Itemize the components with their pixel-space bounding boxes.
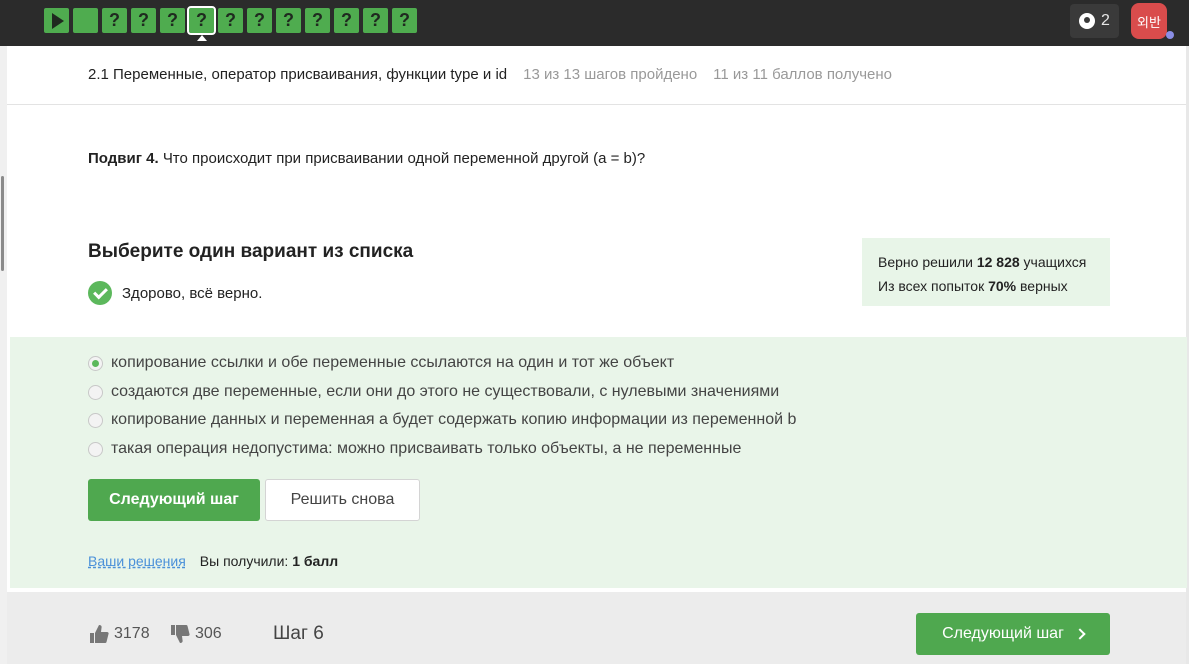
check-circle-icon <box>88 281 112 305</box>
stats-solved-suffix: учащихся <box>1019 254 1087 270</box>
retry-button[interactable]: Решить снова <box>265 479 420 521</box>
stats-percent-suffix: верных <box>1016 278 1068 294</box>
next-step-button[interactable]: Следующий шаг <box>88 479 260 521</box>
radio[interactable] <box>88 384 103 400</box>
step-button-3[interactable]: ? <box>102 8 127 33</box>
stats-solved-count: 12 828 <box>976 254 1020 270</box>
scrollbar[interactable] <box>1 176 4 271</box>
step-button-2[interactable] <box>73 8 98 33</box>
lesson-progress: 13 из 13 шагов пройдено <box>523 66 698 83</box>
footer-next-step-button[interactable]: Следующий шаг <box>916 613 1110 655</box>
stats-percent-prefix: Из всех попыток <box>878 278 989 294</box>
radio[interactable] <box>88 412 103 428</box>
left-gutter <box>0 46 7 664</box>
thumbs-up-icon <box>90 625 109 643</box>
top-bar: ? ? ? ? ? ? ? ? ? ? ? 2 외반 <box>0 0 1189 46</box>
lesson-header: 2.1 Переменные, оператор присваивания, ф… <box>88 66 892 83</box>
achievements-button[interactable]: 2 <box>1070 4 1119 38</box>
answer-option[interactable]: копирование ссылки и обе переменные ссыл… <box>88 354 674 372</box>
answer-option[interactable]: такая операция недопустима: можно присва… <box>88 440 741 458</box>
step-navigation: ? ? ? ? ? ? ? ? ? ? ? <box>44 6 417 41</box>
chevron-right-icon <box>1074 628 1086 640</box>
play-icon <box>52 12 64 29</box>
step-button-13[interactable]: ? <box>392 8 417 33</box>
step-button-5[interactable]: ? <box>160 8 185 33</box>
step-button-6-current[interactable]: ? <box>187 6 216 41</box>
step-button-4[interactable]: ? <box>131 8 156 33</box>
answer-option[interactable]: копирование данных и переменная a будет … <box>88 411 796 429</box>
stats-percent-value: 70% <box>988 278 1017 294</box>
step-label: Шаг 6 <box>273 623 324 644</box>
footer-bar: 3178 306 Шаг 6 Следующий шаг <box>7 592 1186 664</box>
your-solutions-link[interactable]: Ваши решения <box>88 553 186 569</box>
radio-checked[interactable] <box>88 355 103 371</box>
question-label: Подвиг 4. <box>88 150 159 167</box>
radio[interactable] <box>88 441 103 457</box>
step-play-button[interactable] <box>44 8 69 33</box>
notification-dot <box>1166 31 1174 39</box>
answer-label: копирование данных и переменная a будет … <box>111 411 797 428</box>
answer-label: создаются две переменные, если они до эт… <box>111 383 780 400</box>
like-count: 3178 <box>114 625 150 642</box>
result-row: Ваши решения Вы получили: 1 балл <box>88 553 338 569</box>
answers-panel: копирование ссылки и обе переменные ссыл… <box>10 337 1187 588</box>
stats-box: Верно решили 12 828 учащихся Из всех поп… <box>862 238 1110 306</box>
trophy-count: 2 <box>1101 12 1110 29</box>
answer-option[interactable]: создаются две переменные, если они до эт… <box>88 383 779 401</box>
avatar[interactable]: 외반 <box>1131 3 1167 39</box>
result-value: 1 балл <box>292 553 339 569</box>
lesson-title[interactable]: 2.1 Переменные, оператор присваивания, ф… <box>88 66 507 83</box>
quiz-title: Выберите один вариант из списка <box>88 241 414 262</box>
answer-label: копирование ссылки и обе переменные ссыл… <box>111 354 675 371</box>
trophy-icon <box>1079 13 1096 29</box>
question-text: Подвиг 4. Что происходит при присваивани… <box>88 150 645 167</box>
step-button-10[interactable]: ? <box>305 8 330 33</box>
thumbs-down-icon <box>171 625 190 643</box>
step-button-11[interactable]: ? <box>334 8 359 33</box>
stats-solved: Верно решили 12 828 учащихся <box>878 250 1094 274</box>
step-button-12[interactable]: ? <box>363 8 388 33</box>
stats-solved-prefix: Верно решили <box>878 254 977 270</box>
answer-label: такая операция недопустима: можно присва… <box>111 440 742 457</box>
result-text: Вы получили: 1 балл <box>200 553 338 569</box>
result-prefix: Вы получили: <box>199 553 293 569</box>
question-body: Что происходит при присваивании одной пе… <box>162 150 646 167</box>
feedback-text: Здорово, всё верно. <box>122 284 263 302</box>
feedback-row: Здорово, всё верно. <box>88 281 262 305</box>
divider <box>7 104 1186 105</box>
step-button-9[interactable]: ? <box>276 8 301 33</box>
step-button-7[interactable]: ? <box>218 8 243 33</box>
dislike-count: 306 <box>195 625 222 642</box>
like-button[interactable]: 3178 <box>89 624 150 644</box>
lesson-score: 11 из 11 баллов получено <box>713 66 892 83</box>
dislike-button[interactable]: 306 <box>170 624 222 644</box>
footer-next-label: Следующий шаг <box>942 625 1064 642</box>
stats-percent: Из всех попыток 70% верных <box>878 274 1094 298</box>
step-button-8[interactable]: ? <box>247 8 272 33</box>
